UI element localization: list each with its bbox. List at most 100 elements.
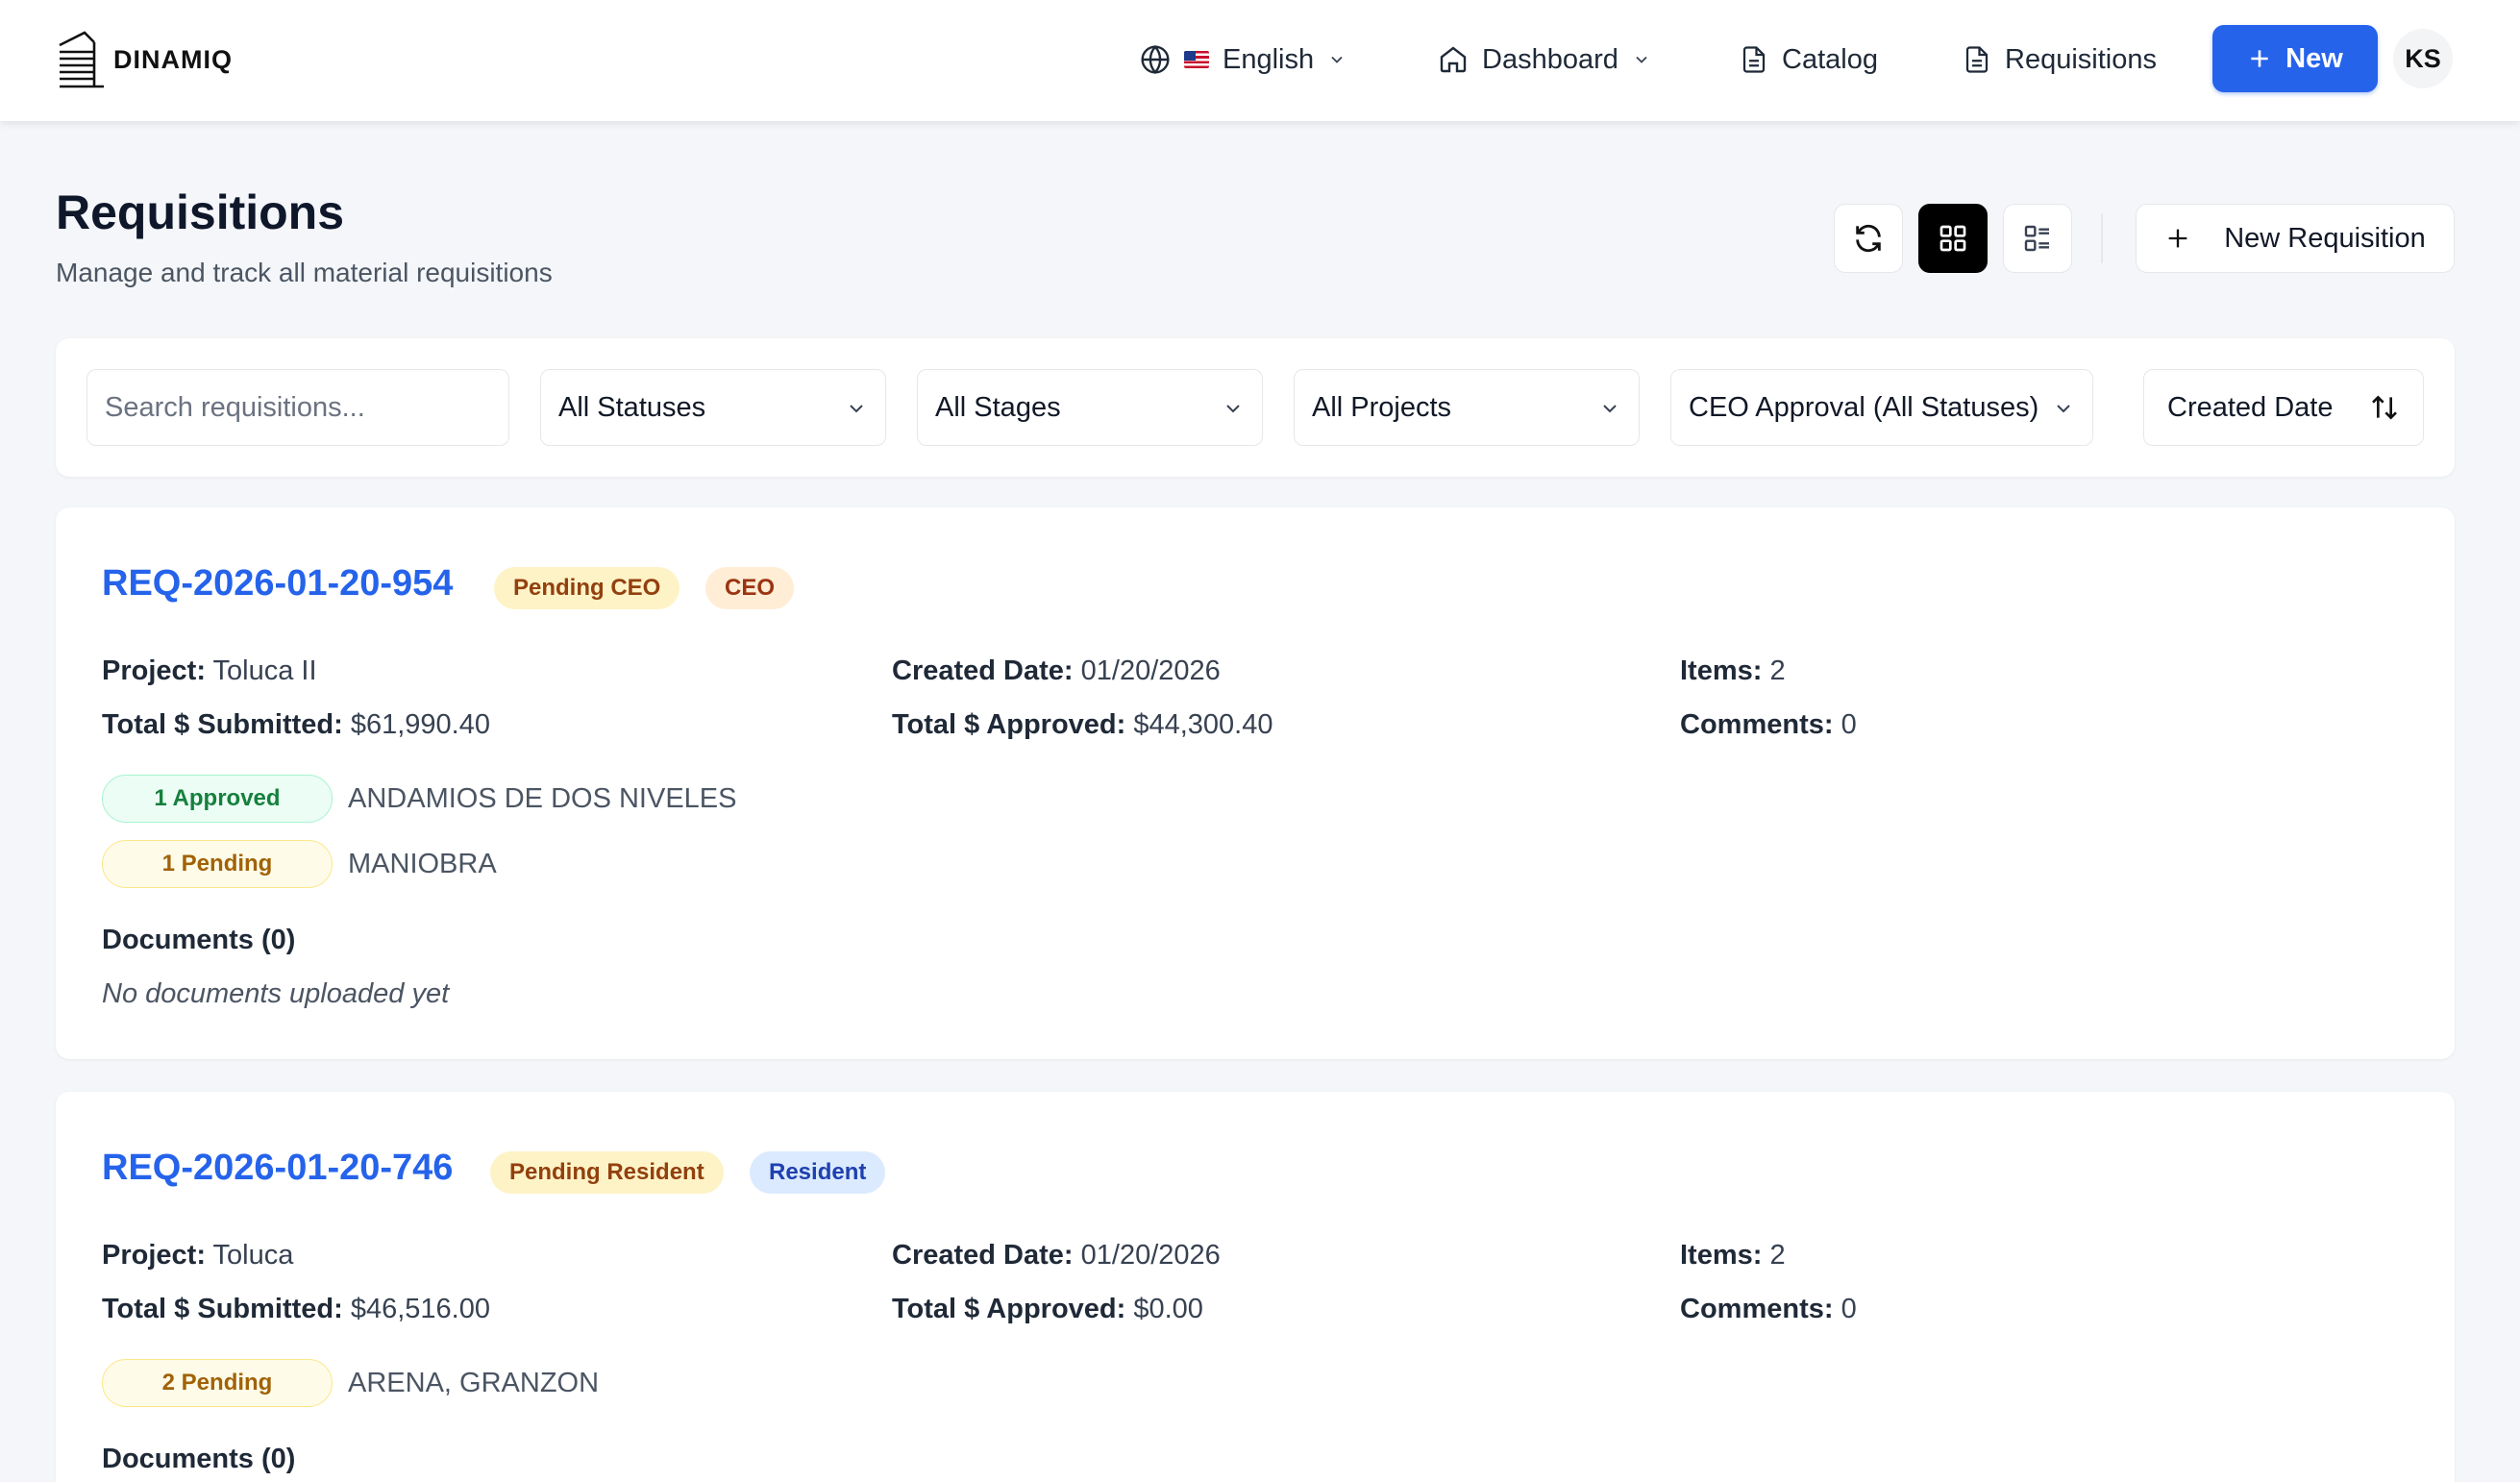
stage-filter-value: All Stages [935, 391, 1061, 423]
globe-icon [1141, 44, 1170, 75]
total-approved-info: Total $ Approved: $44,300.40 [892, 709, 1273, 741]
created-date-value: 01/20/2026 [1080, 1240, 1221, 1271]
project-info: Project: Toluca II [102, 655, 317, 687]
total-approved-value: $0.00 [1133, 1294, 1203, 1324]
status-badge: Pending CEO [494, 567, 680, 609]
document-icon [1965, 46, 1989, 73]
new-button[interactable]: New [2212, 25, 2378, 92]
stage-badge: Resident [750, 1151, 886, 1194]
comments-info: Comments: 0 [1680, 709, 1857, 741]
refresh-button[interactable] [1834, 204, 1903, 273]
search-input[interactable] [105, 391, 491, 424]
documents-heading: Documents (0) [102, 1444, 296, 1474]
total-approved-label: Total $ Approved: [892, 709, 1126, 740]
documents-heading: Documents (0) [102, 925, 296, 955]
catalog-label: Catalog [1782, 43, 1878, 75]
logo-text: DINAMIQ [113, 44, 233, 74]
stage-filter-select[interactable]: All Stages [917, 369, 1263, 446]
sort-button[interactable]: Created Date [2143, 369, 2424, 446]
chevron-down-icon [1226, 405, 1240, 413]
approved-count-pill: 1 Approved [102, 775, 333, 823]
filter-panel: All Statuses All Stages All Projects CEO… [56, 338, 2455, 477]
stage-badge: CEO [705, 567, 795, 609]
items-value: 2 [1769, 655, 1786, 686]
us-flag-icon [1184, 51, 1209, 68]
requisition-id-link[interactable]: REQ-2026-01-20-954 [102, 563, 453, 605]
chevron-down-icon [1636, 56, 1647, 63]
requisition-card: REQ-2026-01-20-954 Pending CEO CEO Proje… [56, 507, 2455, 1059]
items-value: 2 [1769, 1240, 1786, 1271]
items-info: Items: 2 [1680, 655, 1786, 687]
status-filter-value: All Statuses [558, 391, 706, 423]
item-names: ARENA, GRANZON [348, 1368, 600, 1398]
project-info: Project: Toluca [102, 1240, 293, 1272]
sort-arrows-icon [2372, 395, 2397, 420]
project-value: Toluca [212, 1240, 294, 1271]
nav-catalog[interactable]: Catalog [1740, 35, 1878, 85]
chevron-down-icon [1331, 56, 1343, 63]
comments-label: Comments: [1680, 1294, 1834, 1324]
total-submitted-info: Total $ Submitted: $61,990.40 [102, 709, 490, 741]
chevron-down-icon [1603, 405, 1617, 413]
comments-info: Comments: 0 [1680, 1294, 1857, 1325]
total-submitted-value: $46,516.00 [350, 1294, 491, 1324]
refresh-icon [1856, 224, 1881, 253]
nav-requisitions[interactable]: Requisitions [1963, 35, 2157, 85]
approval-filter-select[interactable]: CEO Approval (All Statuses) [1670, 369, 2093, 446]
project-value: Toluca II [212, 655, 317, 686]
comments-value: 0 [1841, 1294, 1857, 1324]
toolbar-divider [2101, 213, 2103, 263]
top-navigation-bar: DINAMIQ English Dashboard Catalog Requis… [0, 0, 2520, 121]
list-view-button[interactable] [2003, 204, 2072, 273]
building-logo-icon [59, 31, 104, 88]
status-filter-select[interactable]: All Statuses [540, 369, 886, 446]
comments-value: 0 [1841, 709, 1857, 740]
requisition-card: REQ-2026-01-20-746 Pending Resident Resi… [56, 1092, 2455, 1482]
total-approved-value: $44,300.40 [1133, 709, 1273, 740]
language-selector[interactable]: English [1140, 35, 1346, 85]
total-submitted-value: $61,990.40 [350, 709, 491, 740]
created-date-info: Created Date: 01/20/2026 [892, 655, 1221, 687]
project-label: Project: [102, 655, 206, 686]
requisitions-label: Requisitions [2005, 43, 2157, 75]
document-icon [1742, 46, 1766, 73]
project-label: Project: [102, 1240, 206, 1271]
items-info: Items: 2 [1680, 1240, 1786, 1272]
page-title: Requisitions [56, 185, 345, 239]
grid-view-button[interactable] [1918, 204, 1988, 273]
no-documents-text: No documents uploaded yet [102, 978, 450, 1009]
items-label: Items: [1680, 655, 1763, 686]
item-names: ANDAMIOS DE DOS NIVELES [348, 783, 737, 814]
status-badge: Pending Resident [490, 1151, 724, 1194]
project-filter-select[interactable]: All Projects [1294, 369, 1640, 446]
language-label: English [1223, 43, 1315, 75]
plus-icon [2251, 50, 2268, 67]
user-avatar[interactable]: KS [2393, 29, 2453, 88]
approval-filter-value: CEO Approval (All Statuses) [1689, 391, 2039, 423]
search-field[interactable] [86, 369, 509, 446]
total-submitted-label: Total $ Submitted: [102, 1294, 343, 1324]
new-button-label: New [2285, 42, 2343, 74]
pending-count-pill: 2 Pending [102, 1359, 333, 1407]
pending-count-pill: 1 Pending [102, 840, 333, 888]
created-date-value: 01/20/2026 [1080, 655, 1221, 686]
total-approved-label: Total $ Approved: [892, 1294, 1126, 1324]
new-requisition-label: New Requisition [2224, 222, 2426, 254]
comments-label: Comments: [1680, 709, 1834, 740]
dinamiq-logo[interactable]: DINAMIQ [56, 29, 233, 90]
total-submitted-info: Total $ Submitted: $46,516.00 [102, 1294, 490, 1325]
requisition-id-link[interactable]: REQ-2026-01-20-746 [102, 1148, 453, 1189]
project-filter-value: All Projects [1312, 391, 1452, 423]
dashboard-label: Dashboard [1482, 43, 1618, 75]
nav-dashboard[interactable]: Dashboard [1438, 35, 1651, 85]
created-date-info: Created Date: 01/20/2026 [892, 1240, 1221, 1272]
home-icon [1440, 46, 1467, 73]
chevron-down-icon [2057, 405, 2070, 413]
sort-label: Created Date [2167, 391, 2334, 423]
item-names: MANIOBRA [348, 849, 497, 879]
new-requisition-button[interactable]: New Requisition [2136, 204, 2455, 273]
grid-icon [1939, 225, 1966, 252]
plus-icon [2168, 229, 2187, 248]
created-date-label: Created Date: [892, 1240, 1074, 1271]
chevron-down-icon [850, 405, 863, 413]
